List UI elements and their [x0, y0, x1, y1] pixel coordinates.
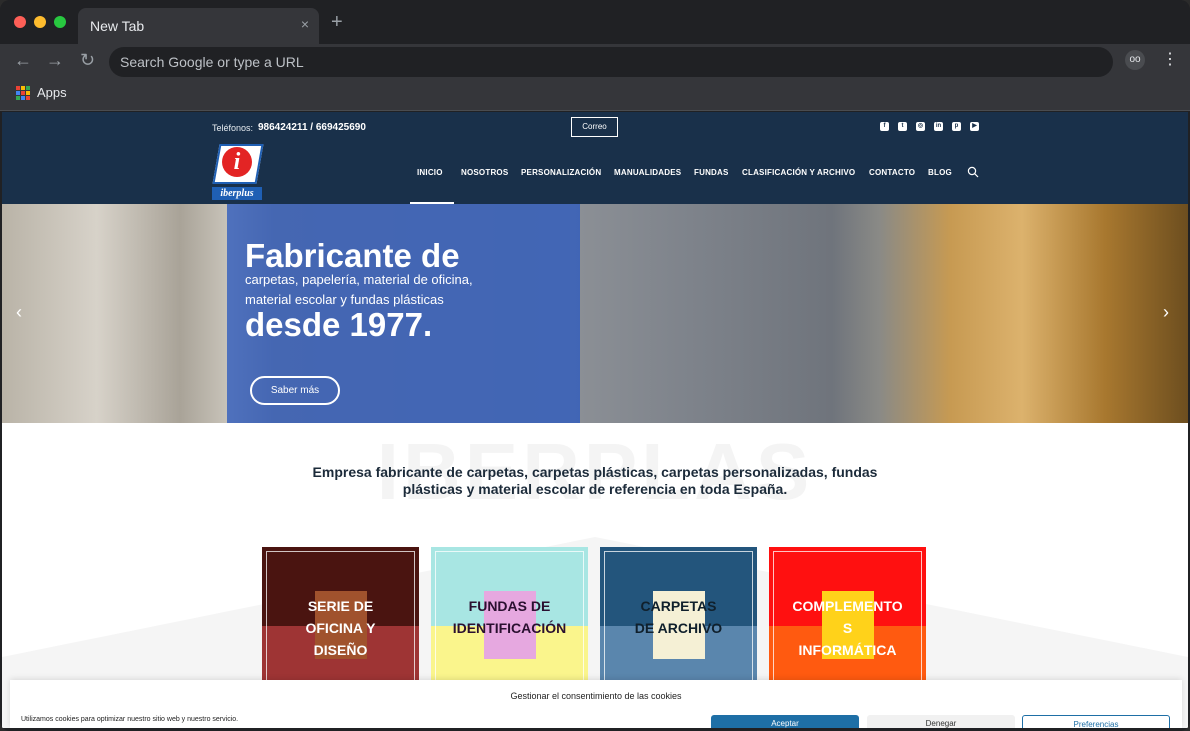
instagram-icon[interactable]: ◎ [916, 122, 925, 131]
new-tab-button[interactable]: + [331, 12, 343, 32]
card-label-line-3: IDENTIFICACIÓN [452, 620, 567, 636]
twitter-icon[interactable]: t [898, 122, 907, 131]
apps-icon[interactable] [16, 86, 30, 100]
cookie-preferences-button[interactable]: Preferencias [1022, 715, 1170, 728]
site-header: Teléfonos: 986424211 / 669425690 Correo … [2, 112, 1188, 204]
address-bar[interactable]: Search Google or type a URL [109, 47, 1113, 77]
cookie-deny-button[interactable]: Denegar [867, 715, 1015, 728]
logo-wordmark: iberplus [212, 187, 262, 200]
youtube-icon[interactable]: ▶ [970, 122, 979, 131]
phones-label: Teléfonos: [212, 123, 254, 133]
tab-close-icon[interactable]: × [301, 16, 309, 32]
card-label-line-1: COMPLEMENTO [792, 598, 903, 614]
nav-item-contacto[interactable]: CONTACTO [869, 168, 915, 177]
site-logo[interactable]: i iberplus [212, 144, 264, 200]
card-label-line-1: SERIE DE [307, 598, 374, 614]
profile-icon[interactable]: oo [1125, 50, 1145, 70]
nav-item-blog[interactable]: BLOG [928, 168, 952, 177]
logo-letter: i [222, 147, 252, 177]
nav-item-personalizacion[interactable]: PERSONALIZACIÓN [521, 168, 601, 177]
saber-mas-button[interactable]: Saber más [250, 376, 340, 405]
back-icon[interactable]: ← [14, 50, 32, 70]
browser-toolbar: ← → ↻ Search Google or type a URL oo ⋮ [0, 44, 1190, 80]
intro-text: Empresa fabricante de carpetas, carpetas… [312, 464, 878, 497]
web-page: Teléfonos: 986424211 / 669425690 Correo … [2, 112, 1188, 728]
cookie-banner: Gestionar el consentimiento de las cooki… [10, 680, 1182, 728]
address-bar-placeholder: Search Google or type a URL [120, 54, 304, 70]
card-label-line-2: OFICINA Y [305, 620, 376, 636]
cookie-accept-button[interactable]: Aceptar [711, 715, 859, 728]
slider-next-icon[interactable]: › [1163, 302, 1169, 322]
category-card-fundas[interactable]: FUNDAS DE IDENTIFICACIÓN [431, 547, 588, 687]
mail-button[interactable]: Correo [571, 117, 618, 137]
pinterest-icon[interactable]: p [952, 122, 961, 131]
cookie-text: Utilizamos cookies para optimizar nuestr… [21, 716, 239, 723]
tab-strip: New Tab × + [0, 0, 1190, 44]
card-label-line-3: INFORMÁTICA [798, 642, 897, 658]
card-label: SERIE DE OFICINA Y DISEÑO [262, 595, 419, 661]
card-label-line-2: CARPETAS [640, 598, 717, 614]
nav-item-nosotros[interactable]: NOSOTROS [461, 168, 508, 177]
close-window-button[interactable] [14, 16, 26, 28]
card-label-line-2: S [842, 620, 853, 636]
card-label-line-3: DISEÑO [313, 642, 368, 658]
facebook-icon[interactable]: f [880, 122, 889, 131]
reload-icon[interactable]: ↻ [80, 50, 95, 70]
nav-item-fundas[interactable]: FUNDAS [694, 168, 729, 177]
linkedin-icon[interactable]: in [934, 122, 943, 131]
card-label: CARPETAS DE ARCHIVO [600, 595, 757, 639]
card-label-line-2: FUNDAS DE [468, 598, 551, 614]
nav-item-inicio[interactable]: INICIO [417, 168, 443, 177]
tab-title: New Tab [90, 18, 145, 34]
maximize-window-button[interactable] [54, 16, 66, 28]
cookie-title: Gestionar el consentimiento de las cooki… [510, 691, 682, 701]
forward-icon[interactable]: → [46, 50, 64, 70]
hero-slider: Fabricante de carpetas, papelería, mater… [2, 204, 1188, 423]
tab-new-tab[interactable]: New Tab × [78, 8, 319, 44]
hero-heading-2: desde 1977. [245, 306, 433, 343]
apps-label[interactable]: Apps [37, 85, 67, 100]
category-card-carpetas[interactable]: CARPETAS DE ARCHIVO [600, 547, 757, 687]
slider-prev-icon[interactable]: ‹ [16, 302, 22, 322]
card-label: FUNDAS DE IDENTIFICACIÓN [431, 595, 588, 639]
minimize-window-button[interactable] [34, 16, 46, 28]
hero-subline-1: carpetas, papelería, material de oficina… [245, 272, 473, 287]
hero-subline-2: material escolar y fundas plásticas [245, 292, 444, 307]
card-label: COMPLEMENTO S INFORMÁTICA [769, 595, 926, 661]
menu-icon[interactable]: ⋮ [1162, 50, 1178, 70]
nav-item-clasificacion[interactable]: CLASIFICACIÓN Y ARCHIVO [742, 168, 855, 177]
category-card-oficina[interactable]: SERIE DE OFICINA Y DISEÑO [262, 547, 419, 687]
nav-item-manualidades[interactable]: MANUALIDADES [614, 168, 681, 177]
browser-window: New Tab × + ← → ↻ Search Google or type … [0, 0, 1190, 731]
phones-value[interactable]: 986424211 / 669425690 [258, 122, 366, 133]
bookmarks-bar: Apps [0, 80, 1190, 111]
category-card-informatica[interactable]: COMPLEMENTO S INFORMÁTICA [769, 547, 926, 687]
hero-heading: Fabricante de [245, 237, 460, 274]
card-label-line-3: DE ARCHIVO [634, 620, 723, 636]
search-icon[interactable] [967, 166, 979, 178]
